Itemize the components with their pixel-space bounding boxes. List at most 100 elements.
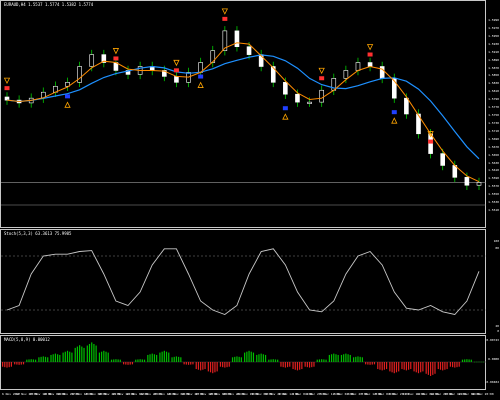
macd-bar: [311, 362, 313, 368]
macd-bar: [371, 362, 373, 365]
macd-bar: [333, 353, 335, 362]
macd-bar: [250, 351, 252, 362]
macd-bar: [420, 362, 422, 373]
stochastic-axis: 100 80 20 0: [486, 229, 500, 334]
macd-bar: [42, 356, 44, 362]
macd-bar: [367, 362, 369, 365]
axis-tick-label: 1.5610: [488, 168, 499, 173]
macd-bar: [202, 362, 204, 370]
macd-bar: [340, 354, 343, 362]
macd-bar: [222, 362, 224, 368]
macd-bar: [156, 354, 158, 362]
time-axis-label: 14 Dec 20:00: [472, 392, 494, 396]
macd-bar: [195, 362, 197, 370]
macd-bar: [149, 354, 151, 362]
macd-bar: [238, 356, 240, 362]
down-arrow-icon: [3, 77, 11, 85]
axis-tick-label: 1.5570: [488, 184, 499, 189]
macd-bar: [30, 359, 32, 362]
macd-bar: [347, 354, 349, 362]
macd-bar: [321, 359, 323, 362]
macd-bar: [246, 351, 248, 362]
macd-bar: [1, 362, 4, 367]
macd-bar: [369, 362, 371, 365]
macd-bar: [101, 351, 103, 362]
macd-bar: [407, 362, 410, 370]
price-chart-pane[interactable]: EURAUD,H4 1.5537 1.5774 1.5382 1.5774: [0, 0, 487, 228]
macd-bar: [306, 362, 308, 368]
macd-bar: [393, 362, 395, 374]
macd-bar: [200, 362, 202, 371]
macd-bar: [349, 354, 351, 362]
macd-bar: [470, 359, 472, 362]
macd-bar: [47, 357, 49, 362]
macd-bar: [373, 362, 376, 365]
macd-bar: [79, 345, 81, 362]
macd-bar: [456, 362, 458, 368]
macd-bar: [209, 362, 212, 373]
macd-bar: [207, 362, 209, 372]
price-axis: 1.5990 1.5970 1.5950 1.5930 1.5910 1.5890 1.58…: [486, 0, 500, 228]
macd-bar: [234, 356, 236, 362]
candle-body: [295, 93, 300, 103]
axis-tick-label: 1.5630: [488, 160, 499, 165]
macd-bar: [163, 350, 165, 362]
macd-bar: [352, 357, 355, 362]
axis-tick-label: 100: [493, 239, 499, 243]
candle-body: [307, 101, 312, 104]
sell-signal-marker: [428, 139, 434, 144]
macd-bar: [50, 354, 52, 362]
macd-bar: [74, 347, 76, 362]
macd-bar: [389, 362, 391, 372]
macd-bar: [446, 362, 448, 370]
macd-bar: [168, 352, 170, 362]
macd-bar: [468, 359, 470, 362]
macd-bar: [54, 353, 57, 362]
macd-bar: [141, 359, 143, 362]
macd-bar: [14, 362, 16, 365]
macd-bar: [476, 361, 478, 363]
macd-bar: [219, 362, 222, 367]
stochastic-pane[interactable]: Stoch(5,3,3) 63.3613 75.9985: [0, 229, 487, 334]
macd-bar: [236, 356, 238, 362]
macd-bar: [403, 362, 405, 370]
macd-bar: [277, 359, 279, 362]
up-arrow-icon: [197, 81, 204, 88]
macd-bar: [480, 361, 482, 363]
macd-bar: [252, 352, 255, 362]
candle-body: [246, 46, 252, 55]
macd-bar: [330, 354, 333, 362]
macd-bar: [323, 359, 325, 362]
macd-bar: [395, 362, 398, 373]
axis-tick-label: 80: [495, 246, 499, 250]
sell-signal-marker: [113, 56, 119, 61]
macd-bar: [159, 352, 161, 362]
macd-bar: [192, 362, 194, 365]
macd-bar: [216, 362, 218, 372]
macd-bar: [304, 362, 306, 367]
macd-bar: [183, 362, 185, 365]
macd-bar: [173, 356, 175, 362]
macd-bar: [88, 343, 91, 362]
down-arrow-icon: [173, 59, 180, 67]
buy-signal-marker: [198, 74, 204, 79]
macd-bar: [240, 357, 242, 362]
macd-bar: [355, 356, 357, 362]
macd-bar: [260, 353, 262, 362]
axis-tick-label: 1.5810: [488, 89, 499, 94]
macd-bar: [71, 352, 73, 362]
candle-body: [89, 54, 95, 67]
macd-bar: [59, 354, 61, 362]
macd-bar: [425, 362, 427, 374]
macd-bar: [478, 361, 480, 363]
axis-tick-label: 1.5870: [488, 65, 499, 70]
macd-bar: [165, 351, 168, 362]
macd-bar: [129, 362, 131, 365]
macd-pane[interactable]: MACD(5,8,9) 0.00012: [0, 335, 487, 390]
macd-bar: [313, 362, 315, 367]
macd-bar: [405, 362, 407, 371]
macd-bar: [10, 362, 12, 367]
macd-bar: [429, 362, 432, 376]
macd-bar: [451, 362, 454, 368]
macd-bar: [147, 354, 149, 362]
